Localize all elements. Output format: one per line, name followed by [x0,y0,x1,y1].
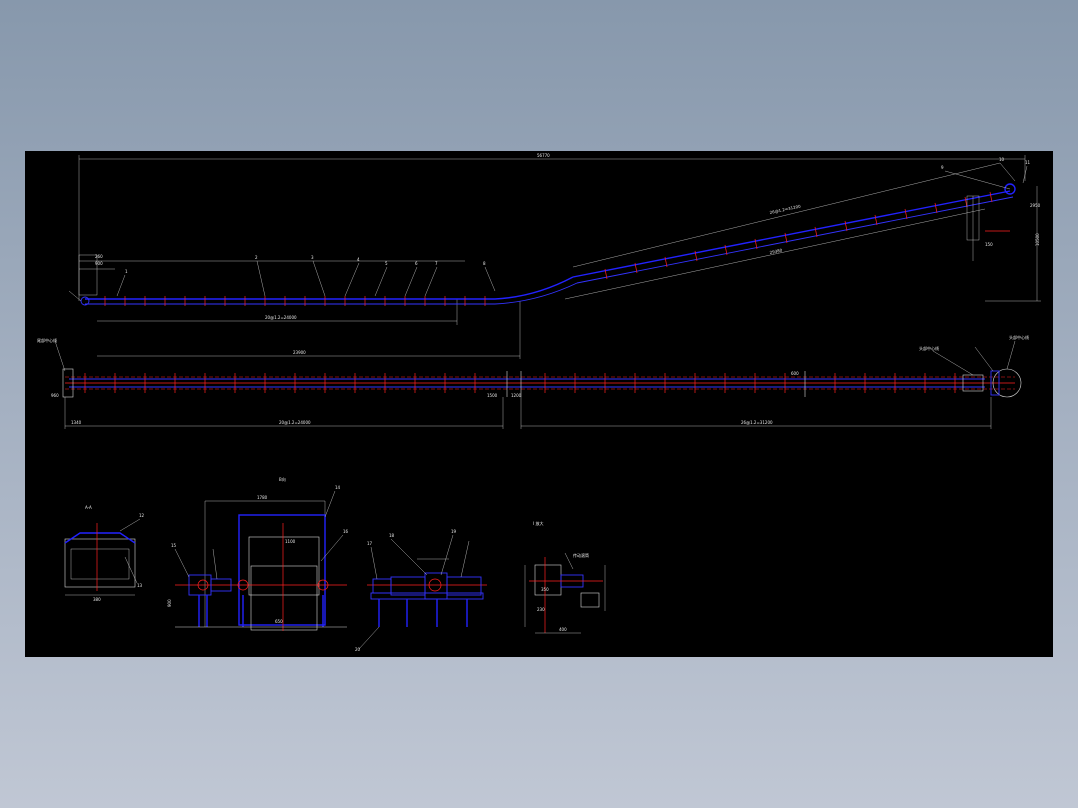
detail-view: I 放大 传动滚筒 350 230 400 [524,520,606,634]
dim-lower-spacing: 20@1.2=24000 [265,315,297,320]
callout-1: 1 [125,269,128,274]
dim-top-drop: 2950 [1030,203,1041,208]
section-a-title: A-A [85,505,92,510]
detail-view-title: I 放大 [533,520,543,526]
dim-upper-spacing: 26@1.2=31200 [769,203,801,215]
dim-plan-mid: 1500 [487,393,498,398]
dim-plan-left: 1340 [71,420,82,425]
dim-section-width: 380 [93,597,101,602]
note-tail-centerline: 尾部中心线 [37,337,57,343]
callout-10: 10 [999,157,1005,162]
dim-150: 150 [985,242,993,247]
callout-17: 17 [367,541,373,546]
drive-view-title: B向 [279,476,286,482]
dim-detail-3: 400 [559,627,567,632]
callout-12: 12 [139,513,145,518]
callout-13: 13 [137,583,143,588]
dim-detail-1: 350 [541,587,549,592]
callout-20: 20 [355,647,361,652]
dim-drive-height: 650 [275,619,283,624]
cad-drawing: 56770 260 900 20@1.2=24000 23900 26@1.2=… [37,153,1041,652]
callout-11: 11 [1025,160,1031,165]
note-drive-pulley: 传动滚筒 [573,552,589,558]
section-a-a: A-A 380 [64,505,141,602]
dim-overall-length: 56770 [537,153,550,158]
callout-7: 7 [435,261,438,266]
horizontal-idlers [104,296,486,306]
dim-plan-gap: 1200 [511,393,522,398]
callout-4: 4 [357,257,360,262]
callout-19: 19 [451,529,457,534]
drive-side-view [358,534,487,650]
dim-plan-right-mark: 600 [791,371,799,376]
plan-view: 尾部中心线 960 1500 1200 600 头部中心线 头部中心线 1340… [37,334,1029,429]
callout-8: 8 [483,261,486,266]
note-head-centerline-1: 头部中心线 [919,345,939,351]
dim-drive-frame: 1100 [285,539,296,544]
dim-900: 900 [95,261,103,266]
callout-3: 3 [311,255,314,260]
callout-6: 6 [415,261,418,266]
dim-detail-2: 230 [537,607,545,612]
dim-lower-horizontal: 23900 [293,350,306,355]
drive-view: B向 1780 1100 650 900 [167,476,347,631]
callout-9: 9 [941,165,944,170]
part-callouts: 1 2 3 4 5 6 7 8 9 10 11 12 13 14 15 16 1… [125,157,1031,652]
callout-16: 16 [343,529,349,534]
callout-18: 18 [389,533,395,538]
callout-2: 2 [255,255,258,260]
dim-260: 260 [95,254,103,259]
dim-plan-left-height: 960 [51,393,59,398]
callout-5: 5 [385,261,388,266]
callout-14: 14 [335,485,341,490]
drawing-viewport[interactable]: 56770 260 900 20@1.2=24000 23900 26@1.2=… [25,151,1053,657]
note-head-centerline-2: 头部中心线 [1009,334,1029,340]
head-end: 2950 10500 150 [944,162,1041,302]
dim-right-height: 10500 [1035,233,1040,246]
dim-plan-left-spacing: 20@1.2=24000 [279,420,311,425]
dim-drive-bottom: 900 [167,599,172,607]
elevation-view: 56770 260 900 20@1.2=24000 23900 26@1.2=… [68,153,1041,359]
dim-drive-width: 1780 [257,495,268,500]
callout-15: 15 [171,543,177,548]
dim-plan-right-spacing: 26@1.2=31200 [741,420,773,425]
callout-leaders-horizontal [116,260,496,297]
